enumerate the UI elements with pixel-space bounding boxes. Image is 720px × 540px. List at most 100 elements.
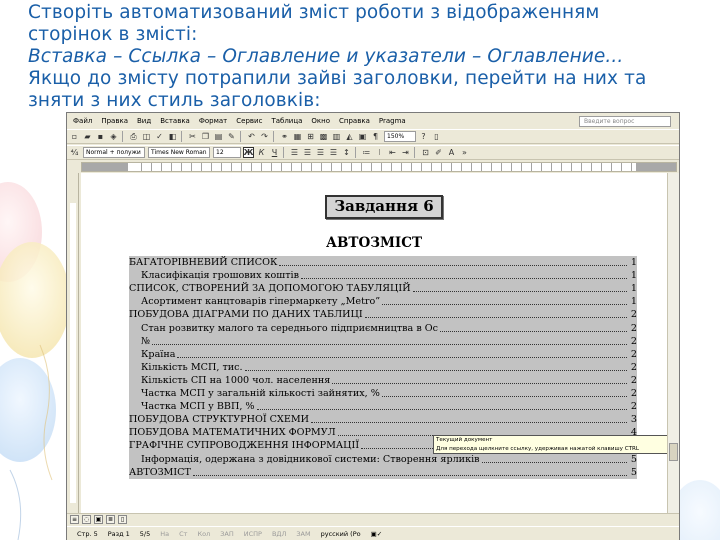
toc-entry-text: Частка МСП у ВВП, % [141,401,255,413]
undo-icon[interactable]: ↶ [246,131,257,142]
style-combo[interactable]: Normal + полужи [83,147,145,158]
status-rec[interactable]: ЗАП [220,530,234,538]
increase-indent-icon[interactable]: ⇥ [400,147,411,158]
menu-table[interactable]: Таблица [271,117,302,125]
styles-pane-icon[interactable]: ⁴⁄₄ [69,147,80,158]
print-layout-icon[interactable]: ▣ [94,515,103,524]
status-ovr[interactable]: ЗАМ [296,530,310,538]
toc-entry-text: Країна [141,348,176,360]
scroll-thumb[interactable] [669,443,678,461]
spelling-icon[interactable]: ✓ [154,131,165,142]
menu-tools[interactable]: Сервис [236,117,262,125]
task-title: Завдання 6 [325,195,443,219]
decrease-indent-icon[interactable]: ⇤ [387,147,398,158]
toc-entry-text: Кількість СП на 1000 чол. населення [141,374,331,386]
font-size-combo[interactable]: 12 [213,147,241,158]
toc-entry[interactable]: АВТОЗМІСТ 5 [129,465,637,479]
justify-icon[interactable]: ☰ [328,147,339,158]
status-ext[interactable]: ВДЛ [272,530,286,538]
outline-view-icon[interactable]: ≣ [106,515,115,524]
toc-entry[interactable]: Кількість МСП, тис. 2 [129,360,637,374]
font-combo[interactable]: Times New Roman [148,147,210,158]
align-center-icon[interactable]: ☰ [302,147,313,158]
align-right-icon[interactable]: ☰ [315,147,326,158]
document-map-icon[interactable]: ▣ [357,131,368,142]
align-left-icon[interactable]: ☰ [289,147,300,158]
drawing-icon[interactable]: ◭ [344,131,355,142]
horizontal-scrollbar[interactable]: ≡ ◌ ▣ ≣ ▯ [67,513,679,525]
toc-entry[interactable]: Кількість СП на 1000 чол. населення 2 [129,373,637,387]
paste-icon[interactable]: ▤ [213,131,224,142]
font-color-icon[interactable]: A [446,147,457,158]
menu-file[interactable]: Файл [73,117,92,125]
toc-entry-text: ГРАФІЧНЕ СУПРОВОДЖЕННЯ ІНФОРМАЦІЇ [129,440,360,452]
save-icon[interactable]: ▪ [95,131,106,142]
toc-entry[interactable]: Країна 2 [129,347,637,361]
normal-view-icon[interactable]: ≡ [70,515,79,524]
read-icon[interactable]: ▯ [431,131,442,142]
toc-entry-text: ПОБУДОВА СТРУКТУРНОЇ СХЕМИ [129,414,310,426]
menu-help[interactable]: Справка [339,117,370,125]
print-icon[interactable]: ⎙ [128,131,139,142]
new-document-icon[interactable]: ▫ [69,131,80,142]
vertical-scrollbar[interactable] [667,173,679,513]
web-view-icon[interactable]: ◌ [82,515,91,524]
menu-insert[interactable]: Вставка [160,117,190,125]
insert-excel-icon[interactable]: ▩ [318,131,329,142]
copy-icon[interactable]: ❐ [200,131,211,142]
bullets-icon[interactable]: ⁝ [374,147,385,158]
toc-entry-text: Класифікація грошових коштів [141,270,300,282]
show-hide-icon[interactable]: ¶ [370,131,381,142]
toc-entry[interactable]: ПОБУДОВА СТРУКТУРНОЇ СХЕМИ 3 [129,413,637,427]
redo-icon[interactable]: ↷ [259,131,270,142]
toc-page-number: 1 [630,257,637,269]
instruction-line-2: сторінок в змісті: [28,24,198,45]
more-buttons-icon[interactable]: » [459,147,470,158]
toc-entry[interactable]: № 2 [129,334,637,348]
toc-entry[interactable]: СПИСОК, СТВОРЕНИЙ ЗА ДОПОМОГОЮ ТАБУЛЯЦІЙ… [129,282,637,296]
document-page[interactable]: Завдання 6 АВТОЗМІСТ БАГАТОРІВНЕВИЙ СПИС… [81,173,667,513]
toc-entry[interactable]: БАГАТОРІВНЕВИЙ СПИСОК 1 [129,256,637,270]
underline-button[interactable]: Ч [269,147,280,158]
highlight-icon[interactable]: ✐ [433,147,444,158]
toc-leader-dots [256,409,627,411]
help-icon[interactable]: ? [418,131,429,142]
print-preview-icon[interactable]: ◫ [141,131,152,142]
menu-window[interactable]: Окно [311,117,330,125]
numbering-icon[interactable]: ≔ [361,147,372,158]
open-folder-icon[interactable]: ▰ [82,131,93,142]
spelling-status-icon[interactable]: ▣✓ [371,530,383,538]
toc-entry[interactable]: ПОБУДОВА ДІАГРАМИ ПО ДАНИХ ТАБЛИЦІ 2 [129,308,637,322]
format-painter-icon[interactable]: ✎ [226,131,237,142]
line-spacing-icon[interactable]: ↕ [341,147,352,158]
toc-entry[interactable]: Стан розвитку малого та середнього підпр… [129,321,637,335]
help-question-input[interactable]: Введите вопрос [579,116,671,127]
toc-entry[interactable]: Класифікація грошових коштів 1 [129,269,637,283]
columns-icon[interactable]: ▥ [331,131,342,142]
permission-icon[interactable]: ◈ [108,131,119,142]
status-trk[interactable]: ИСПР [244,530,262,538]
menu-view[interactable]: Вид [137,117,151,125]
instruction-line-5: зняти з них стиль заголовків: [28,90,321,111]
borders-icon[interactable]: ⊡ [420,147,431,158]
zoom-combo[interactable]: 150% [384,131,416,142]
cut-icon[interactable]: ✂ [187,131,198,142]
insert-table-icon[interactable]: ⊞ [305,131,316,142]
toc-entry[interactable]: Асортимент канцтоварів гіпермаркету „Met… [129,295,637,309]
italic-button[interactable]: К [256,147,267,158]
tables-borders-icon[interactable]: ▦ [292,131,303,142]
menu-edit[interactable]: Правка [101,117,128,125]
toc-entry[interactable]: Частка МСП у загальній кількості зайняти… [129,386,637,401]
toc-entry[interactable]: Інформація, одержана з довідникової сист… [129,452,637,466]
vertical-ruler[interactable] [67,173,79,513]
toc-leader-dots [381,396,627,398]
research-icon[interactable]: ◧ [167,131,178,142]
hyperlink-icon[interactable]: ⚭ [279,131,290,142]
reading-view-icon[interactable]: ▯ [118,515,127,524]
menu-format[interactable]: Формат [199,117,227,125]
bold-button[interactable]: Ж [243,147,254,158]
menu-pragma[interactable]: Pragma [379,117,406,125]
toc-entry[interactable]: Частка МСП у ВВП, % 2 [129,400,637,414]
toc-entry-text: № [141,335,151,347]
horizontal-ruler[interactable] [81,162,677,172]
